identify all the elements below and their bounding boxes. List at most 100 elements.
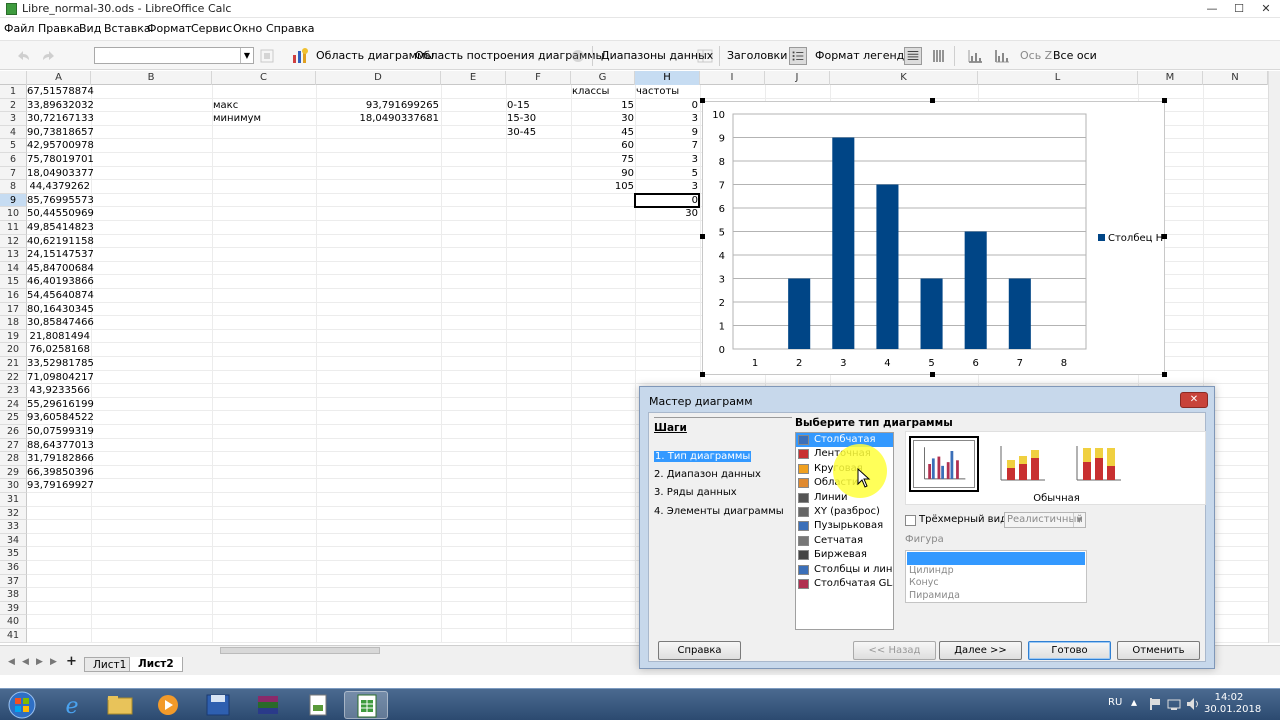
chart-area-icon[interactable] — [291, 47, 309, 65]
row-header[interactable]: 19 — [0, 329, 27, 344]
variant-percent-stacked-icon[interactable] — [1063, 436, 1133, 492]
cell-a[interactable]: 80,16430345 — [27, 303, 94, 317]
column-header-selected[interactable]: H — [635, 71, 700, 85]
sheet-tab-2[interactable]: Лист2 — [129, 657, 183, 672]
close-icon[interactable]: ✕ — [1180, 392, 1208, 408]
column-header[interactable]: F — [506, 71, 571, 85]
row-header[interactable]: 16 — [0, 289, 27, 303]
three-d-label[interactable]: Трёхмерный вид — [919, 514, 1007, 525]
cell-a[interactable]: 55,29616199 — [27, 398, 94, 412]
shape-item-cylinder[interactable]: Цилиндр — [907, 565, 1085, 578]
cell-g[interactable]: 90 — [571, 167, 634, 181]
horizontal-scrollbar[interactable] — [0, 645, 585, 656]
resize-handle[interactable] — [1162, 234, 1167, 239]
resize-handle[interactable] — [930, 98, 935, 103]
step-data-series[interactable]: 3. Ряды данных — [654, 487, 737, 498]
resize-handle[interactable] — [1162, 372, 1167, 377]
vertical-grid-icon[interactable] — [930, 47, 948, 65]
step-chart-type[interactable]: 1. Тип диаграммы — [654, 451, 752, 462]
all-axes-button[interactable]: Все оси — [1053, 49, 1097, 62]
cell-a[interactable]: 71,09804217 — [27, 371, 94, 385]
chart-type-item[interactable]: Столбцы и линии — [796, 563, 893, 577]
row-header[interactable]: 7 — [0, 166, 27, 181]
cancel-button[interactable]: Отменить — [1117, 641, 1200, 660]
shape-item-box[interactable] — [907, 552, 1085, 565]
menu-tools[interactable]: Сервис — [191, 22, 232, 35]
cell-f4[interactable]: 30-45 — [507, 126, 536, 140]
row-header[interactable]: 27 — [0, 438, 27, 453]
chart-type-item[interactable]: Сетчатая — [796, 534, 893, 548]
cell-h[interactable]: 30 — [635, 207, 698, 221]
row-header[interactable]: 12 — [0, 234, 27, 249]
row-header[interactable]: 9 — [0, 193, 27, 208]
menu-insert[interactable]: Вставка — [104, 22, 151, 35]
row-header[interactable]: 17 — [0, 302, 27, 317]
format-selection-icon[interactable] — [258, 47, 276, 65]
minimize-button[interactable]: — — [1201, 1, 1223, 16]
corner-cell[interactable] — [0, 71, 27, 85]
embedded-chart[interactable]: 0 1 2 3 4 5 6 7 8 9 10 1 2 3 4 5 6 7 8 Столбец H — [702, 101, 1165, 375]
cell-h[interactable]: 3 — [635, 180, 698, 194]
cell-a[interactable]: 30,85847466 — [27, 316, 94, 330]
menu-window[interactable]: Окно — [233, 22, 262, 35]
row-header[interactable]: 32 — [0, 506, 27, 521]
cell-c3[interactable]: минимум — [213, 112, 261, 126]
z-axis-button[interactable]: Ось Z — [1020, 49, 1052, 62]
row-header[interactable]: 4 — [0, 125, 27, 140]
row-header[interactable]: 39 — [0, 601, 27, 616]
variant-normal-icon[interactable] — [909, 436, 979, 492]
prev-sheet-icon[interactable]: ◀ — [22, 657, 29, 667]
cell-a[interactable]: 24,15147537 — [27, 248, 94, 262]
cell-a[interactable]: 30,72167133 — [27, 112, 94, 126]
start-button-icon[interactable] — [4, 690, 40, 720]
column-header[interactable]: G — [571, 71, 635, 85]
tray-expand-icon[interactable]: ▴ — [1131, 695, 1137, 709]
cell-a[interactable]: 45,84700684 — [27, 262, 94, 276]
three-d-style-select[interactable]: Реалистичный ▼ — [1004, 512, 1086, 528]
cell-a[interactable]: 88,64377013 — [27, 439, 94, 453]
cell-a[interactable]: 50,07599319 — [27, 425, 94, 439]
cell-g[interactable]: 105 — [571, 180, 634, 194]
row-header[interactable]: 29 — [0, 465, 27, 480]
chart-element-select[interactable]: ▼ — [94, 47, 254, 64]
shape-list[interactable]: Цилиндр Конус Пирамида — [905, 550, 1087, 603]
taskbar-explorer[interactable] — [98, 691, 142, 719]
variant-stacked-icon[interactable] — [987, 436, 1057, 492]
row-header[interactable]: 25 — [0, 411, 27, 425]
column-header[interactable]: C — [212, 71, 316, 85]
step-chart-elements[interactable]: 4. Элементы диаграммы — [654, 506, 784, 517]
column-header[interactable]: M — [1138, 71, 1203, 85]
column-header[interactable]: L — [978, 71, 1138, 85]
x-axis-icon[interactable] — [966, 47, 984, 65]
row-header[interactable]: 22 — [0, 370, 27, 385]
sheet-tab-1[interactable]: Лист1 — [84, 657, 136, 672]
row-header[interactable]: 23 — [0, 384, 27, 398]
chart-type-item[interactable]: Столбчатая — [796, 433, 893, 448]
cell-a[interactable]: 49,85414823 — [27, 221, 94, 235]
add-sheet-button[interactable]: + — [66, 654, 77, 669]
row-header[interactable]: 28 — [0, 452, 27, 466]
taskbar-ie[interactable]: e — [50, 691, 94, 719]
resize-handle[interactable] — [700, 98, 705, 103]
row-header[interactable]: 26 — [0, 425, 27, 439]
row-header[interactable]: 18 — [0, 316, 27, 330]
taskbar-winrar[interactable] — [246, 691, 290, 719]
column-header[interactable]: E — [441, 71, 506, 85]
cell-d3[interactable]: 18,0490337681 — [316, 112, 439, 126]
chart-type-item[interactable]: Биржевая — [796, 548, 893, 562]
shape-item-cone[interactable]: Конус — [907, 577, 1085, 590]
row-header[interactable]: 41 — [0, 629, 27, 643]
cell-a[interactable]: 21,8081494 — [27, 330, 90, 344]
next-button[interactable]: Далее >> — [939, 641, 1022, 660]
cell-d2[interactable]: 93,791699265 — [316, 99, 439, 113]
menu-format[interactable]: Формат — [147, 22, 192, 35]
titles-button[interactable]: Заголовки — [727, 49, 787, 62]
undo-icon[interactable] — [14, 47, 32, 65]
redo-icon[interactable] — [40, 47, 58, 65]
cell-a[interactable]: 46,40193866 — [27, 275, 94, 289]
cell-a[interactable]: 50,44550969 — [27, 207, 94, 221]
taskbar-files[interactable] — [296, 691, 340, 719]
cell-h[interactable]: 3 — [635, 112, 698, 126]
cell-h[interactable]: 5 — [635, 167, 698, 181]
cell-a[interactable]: 31,79182866 — [27, 452, 94, 466]
